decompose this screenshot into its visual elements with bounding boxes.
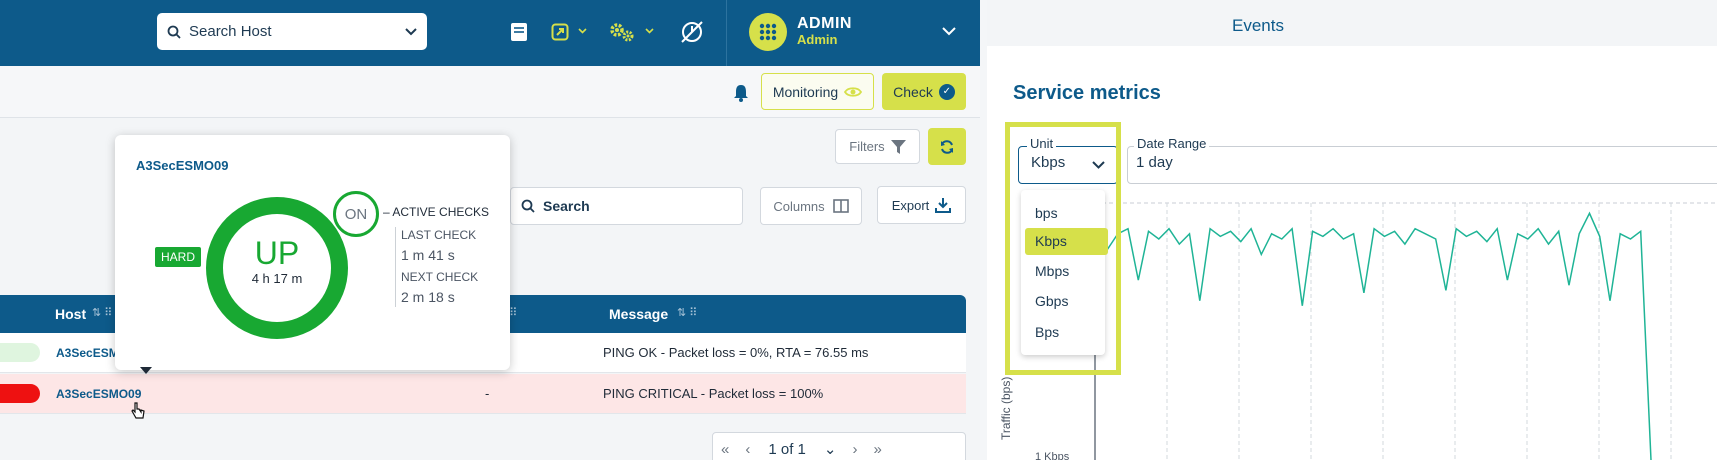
status-pill-ok <box>0 343 40 362</box>
first-page-icon[interactable]: « <box>713 441 737 458</box>
search-host-select[interactable]: Search Host <box>157 13 427 50</box>
filter-icon <box>890 139 906 154</box>
service-metrics-panel: Events Service metrics Date Range 1 day … <box>987 0 1717 460</box>
message-cell: PING OK - Packet loss = 0%, RTA = 76.55 … <box>603 345 869 360</box>
date-range-value: 1 day <box>1136 154 1173 171</box>
user-logo-icon <box>759 23 777 41</box>
check-button[interactable]: Check ✓ <box>882 73 966 110</box>
check-circle-icon: ✓ <box>938 83 955 100</box>
section-title: Service metrics <box>1013 82 1161 104</box>
export-button[interactable]: Export <box>877 186 966 224</box>
book-icon[interactable] <box>510 22 528 42</box>
gears-icon[interactable] <box>609 21 635 43</box>
refresh-icon <box>941 139 953 154</box>
tab-events[interactable]: Events <box>1187 16 1329 36</box>
focus-highlight-box <box>1005 122 1121 375</box>
last-page-icon[interactable]: » <box>865 441 889 458</box>
bell-icon[interactable] <box>733 84 749 102</box>
search-icon <box>521 199 535 213</box>
download-icon <box>935 198 952 213</box>
chevron-down-icon[interactable] <box>645 28 654 34</box>
date-range-label: Date Range <box>1134 136 1210 151</box>
column-header-message[interactable]: Message <box>609 306 668 322</box>
host-link[interactable]: A3SecESMO09 <box>56 387 141 401</box>
navbar-divider <box>726 0 727 66</box>
status-pill-critical <box>0 384 40 403</box>
disabled-tool-icon[interactable] <box>679 19 705 45</box>
status-state: UP <box>254 235 300 271</box>
sort-icon[interactable]: ⇅ ⠿ <box>677 306 697 319</box>
columns-label: Columns <box>773 198 825 214</box>
chevron-down-icon[interactable] <box>942 27 956 36</box>
last-check-label: LAST CHECK <box>401 228 477 242</box>
y-axis-label: Traffic (bps) <box>999 376 1013 440</box>
next-check-value: 2 m 18 s <box>401 289 455 305</box>
search-icon <box>167 25 181 39</box>
user-role: Admin <box>797 32 838 47</box>
date-range-field[interactable] <box>1127 146 1717 184</box>
pagination: « ‹ 1 of 1 ⌄ › » <box>712 432 966 460</box>
next-check-label: NEXT CHECK <box>401 270 479 284</box>
chevron-down-icon[interactable]: ⌄ <box>816 440 845 458</box>
monitoring-button[interactable]: Monitoring <box>761 73 874 110</box>
status-duration: 4 h 17 m <box>251 271 303 286</box>
state-type-badge: HARD <box>155 247 202 267</box>
events-tab-bar: Events <box>987 0 1717 46</box>
message-cell: PING CRITICAL - Packet loss = 100% <box>603 386 824 401</box>
columns-button[interactable]: Columns <box>760 187 862 225</box>
monitoring-panel: Search Host ADMIN Admin Monitoring Check… <box>0 0 980 460</box>
active-checks-label: – ACTIVE CHECKS <box>383 205 490 219</box>
avatar[interactable] <box>749 13 787 51</box>
y-tick-label: 1 Kbps <box>1035 451 1070 460</box>
user-name: ADMIN <box>797 15 852 32</box>
refresh-button[interactable] <box>928 128 966 165</box>
table-search-label: Search <box>543 198 590 214</box>
popover-pointer <box>140 367 152 374</box>
last-check-value: 1 m 41 s <box>401 247 455 263</box>
active-checks-toggle: ON <box>333 191 379 237</box>
sort-icon[interactable]: ⇅ ⠿ <box>92 306 112 319</box>
check-label: Check <box>893 83 933 100</box>
popover-host-title: A3SecESMO09 <box>136 158 229 173</box>
external-link-icon[interactable] <box>551 23 569 41</box>
export-label: Export <box>891 197 930 213</box>
filters-button[interactable]: Filters <box>835 129 920 164</box>
traffic-series-line <box>1087 211 1652 460</box>
hand-cursor-icon <box>131 402 145 419</box>
monitoring-label: Monitoring <box>772 83 839 100</box>
eye-icon <box>844 86 863 97</box>
chevron-down-icon[interactable] <box>578 28 587 34</box>
host-status-popover: A3SecESMO09 HARD UP 4 h 17 m ON – ACTIVE… <box>115 135 510 374</box>
column-header-host[interactable]: Host <box>55 306 86 322</box>
search-host-placeholder: Search Host <box>189 23 272 40</box>
next-page-icon[interactable]: › <box>844 441 865 458</box>
empty-cell: - <box>485 386 490 401</box>
filters-label: Filters <box>849 139 885 154</box>
traffic-chart <box>1087 202 1717 460</box>
columns-icon <box>832 199 849 213</box>
table-search-input[interactable]: Search <box>510 187 743 225</box>
prev-page-icon[interactable]: ‹ <box>737 441 758 458</box>
checks-divider <box>395 227 396 307</box>
page-indicator[interactable]: 1 of 1 <box>758 441 816 458</box>
chevron-down-icon <box>405 27 417 35</box>
